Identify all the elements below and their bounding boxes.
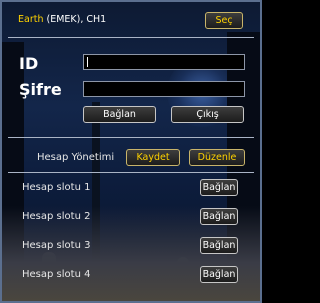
- exit-button[interactable]: Çıkış: [171, 106, 244, 123]
- select-server-button[interactable]: Seç: [205, 12, 243, 29]
- divider: [8, 37, 254, 38]
- login-window: Earth (EMEK), CH1 Seç ID Şifre Bağlan Çı…: [0, 0, 262, 303]
- id-label: ID: [19, 54, 39, 73]
- account-slot-4-connect-button[interactable]: Bağlan: [200, 266, 238, 283]
- text-caret: [87, 57, 88, 67]
- password-input[interactable]: [83, 81, 245, 97]
- account-slot-2-connect-button[interactable]: Bağlan: [200, 208, 238, 225]
- account-slot-1-label: Hesap slotu 1: [22, 182, 91, 193]
- password-label: Şifre: [19, 80, 62, 99]
- server-name: Earth: [18, 14, 44, 25]
- server-detail: (EMEK), CH1: [43, 14, 107, 25]
- save-account-button[interactable]: Kaydet: [126, 149, 180, 166]
- server-label: Earth (EMEK), CH1: [18, 14, 106, 25]
- id-input[interactable]: [83, 54, 245, 70]
- account-slot-4-label: Hesap slotu 4: [22, 269, 91, 280]
- account-slot-3-connect-button[interactable]: Bağlan: [200, 237, 238, 254]
- account-slot-1-connect-button[interactable]: Bağlan: [200, 179, 238, 196]
- edit-account-button[interactable]: Düzenle: [189, 149, 245, 166]
- divider: [8, 137, 254, 138]
- account-slot-3-label: Hesap slotu 3: [22, 240, 91, 251]
- connect-button[interactable]: Bağlan: [83, 106, 156, 123]
- account-slot-2-label: Hesap slotu 2: [22, 211, 91, 222]
- account-management-title: Hesap Yönetimi: [37, 152, 115, 163]
- divider: [8, 172, 254, 173]
